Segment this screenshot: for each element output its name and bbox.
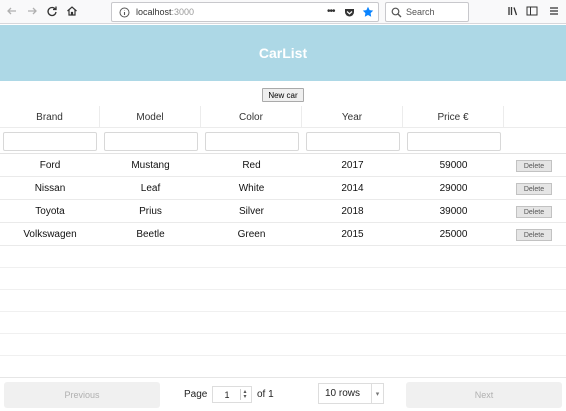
next-button[interactable]: Next [406,382,562,408]
price-cell: 29000 [439,183,468,194]
page-title: CarList [258,45,308,61]
year-cell: 2015 [341,229,364,240]
app-header: CarList [0,25,566,81]
table-row: Nissan Leaf White 2014 29000 Delete [0,177,566,200]
pagination-bar: Previous Page 1 ▴ ▾ of 1 10 rows ▾ Next [0,377,566,411]
color-cell: Green [237,229,266,240]
search-icon [391,7,402,20]
color-filter-input[interactable] [205,132,299,151]
brand-filter-input[interactable] [3,132,97,151]
page-total-label: of 1 [257,389,274,400]
sidebar-icon[interactable] [524,3,540,19]
empty-row [0,268,566,290]
price-cell: 59000 [439,160,468,171]
info-icon[interactable] [119,7,130,20]
column-header-price[interactable]: Price € [403,106,504,128]
url-bar[interactable]: localhost:3000 ••• [111,2,379,22]
reload-icon[interactable] [44,3,60,19]
library-icon[interactable] [505,3,521,19]
table-row: Volkswagen Beetle Green 2015 25000 Delet… [0,223,566,246]
empty-row [0,334,566,356]
browser-toolbar: localhost:3000 ••• Search [0,0,566,24]
year-cell: 2017 [341,160,364,171]
filter-row [0,129,566,154]
page-stepper-icon[interactable]: ▴ ▾ [240,389,249,400]
color-cell: Red [242,160,261,171]
rows-per-page-select[interactable]: 10 rows ▾ [318,383,384,404]
table-row: Toyota Prius Silver 2018 39000 Delete [0,200,566,223]
column-header-year[interactable]: Year [302,106,403,128]
new-car-button[interactable]: New car [262,88,304,102]
search-placeholder: Search [406,7,435,17]
price-cell: 39000 [439,206,468,217]
price-cell: 25000 [439,229,468,240]
table-row: Ford Mustang Red 2017 59000 Delete [0,154,566,177]
year-filter-input[interactable] [306,132,400,151]
previous-button[interactable]: Previous [4,382,160,408]
pocket-icon[interactable] [344,7,355,20]
model-filter-input[interactable] [104,132,198,151]
table-header-row: Brand Model Color Year Price € [0,106,566,128]
delete-button[interactable]: Delete [516,183,552,195]
year-cell: 2018 [341,206,364,217]
column-header-model[interactable]: Model [100,106,201,128]
empty-row [0,356,566,378]
brand-cell: Volkswagen [23,229,77,240]
empty-row [0,246,566,268]
column-header-brand[interactable]: Brand [0,106,100,128]
back-arrow-icon[interactable] [4,3,20,19]
empty-row [0,290,566,312]
brand-cell: Nissan [34,183,66,194]
brand-cell: Ford [39,160,61,171]
url-text: localhost:3000 [136,7,195,17]
delete-button[interactable]: Delete [516,206,552,218]
rows-per-page-value: 10 rows [325,388,361,399]
page-number-value: 1 [224,389,230,400]
column-header-color[interactable]: Color [201,106,302,128]
brand-cell: Toyota [35,206,65,217]
empty-row [0,312,566,334]
delete-button[interactable]: Delete [516,229,552,241]
color-cell: White [238,183,265,194]
year-cell: 2014 [341,183,364,194]
color-cell: Silver [238,206,264,217]
model-cell: Beetle [136,229,165,240]
chevron-down-icon: ▾ [371,384,383,403]
search-bar[interactable]: Search [385,2,469,22]
model-cell: Leaf [140,183,161,194]
home-icon[interactable] [64,3,80,19]
model-cell: Prius [139,206,162,217]
delete-button[interactable]: Delete [516,160,552,172]
forward-arrow-icon[interactable] [24,3,40,19]
bookmark-star-icon[interactable] [362,6,374,20]
page-number-input[interactable]: 1 ▴ ▾ [212,386,252,403]
menu-icon[interactable] [546,3,562,19]
column-header-actions [504,106,566,128]
price-filter-input[interactable] [407,132,501,151]
page-label: Page [184,389,208,400]
more-icon[interactable]: ••• [327,6,335,17]
model-cell: Mustang [131,160,170,171]
